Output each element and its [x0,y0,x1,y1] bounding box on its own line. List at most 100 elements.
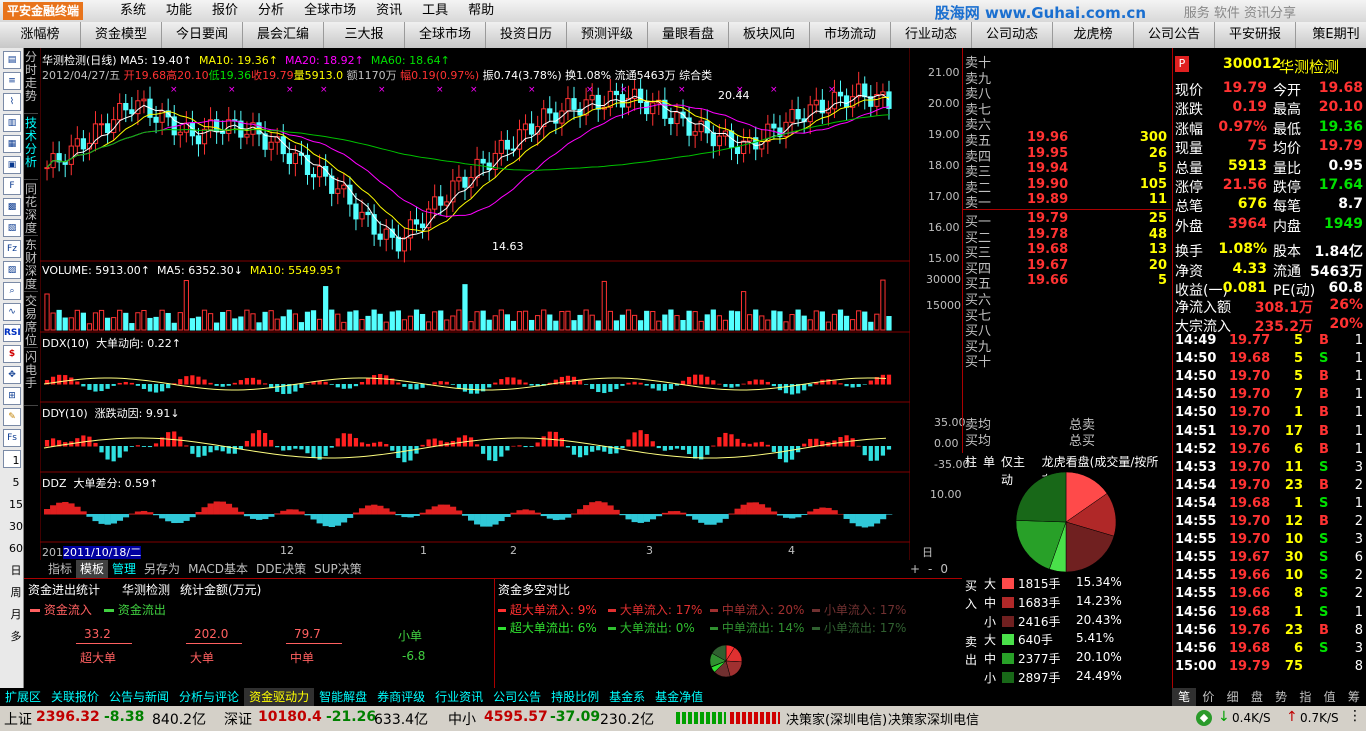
tick-row[interactable]: 15:00 19.79 75 8 [1175,659,1365,677]
dollar-icon[interactable]: $ [3,345,21,363]
vertical-tab[interactable]: 技术分析 [24,114,38,180]
search-icon[interactable]: ⌕ [3,282,21,300]
chart-tool-button[interactable]: 另存为 [140,560,184,578]
tick-row[interactable]: 14:50 19.70 1 B 1 [1175,405,1365,423]
menu-item-5[interactable]: 资讯 [366,3,412,19]
tick-row[interactable]: 14:50 19.70 5 B 1 [1175,369,1365,387]
top-tab[interactable]: 预测评级 [567,22,648,48]
fz-icon[interactable]: Fz [3,240,21,258]
tick-row[interactable]: 14:50 19.68 5 S 1 [1175,351,1365,369]
period-button[interactable]: 30 [7,519,25,539]
bottom-tab[interactable]: 基金系 [604,688,650,706]
chart-tool-button[interactable]: MACD基本 [184,560,252,578]
news-icon[interactable]: ▧ [3,219,21,237]
zoom-button[interactable]: - [924,560,936,578]
bottom-tab[interactable]: 公告与新闻 [104,688,174,706]
bottom-tab[interactable]: 基金净值 [650,688,708,706]
ask-row[interactable]: 卖三 19.94 5 [963,161,1171,180]
fs-icon[interactable]: Fs [3,429,21,447]
ask-row[interactable]: 卖八 [963,83,1171,102]
tick-row[interactable]: 14:51 19.70 17 B 1 [1175,424,1365,442]
right-bottom-tab[interactable]: 细 [1221,688,1245,706]
top-tab[interactable]: 量眼看盘 [648,22,729,48]
top-tab[interactable]: 平安研报 [1215,22,1296,48]
tick-row[interactable]: 14:54 19.70 23 B 2 [1175,478,1365,496]
bid-row[interactable]: 买六 [963,289,1171,308]
top-tab[interactable]: 市场流动 [810,22,891,48]
top-tab[interactable]: 板块风向 [729,22,810,48]
right-bottom-tab[interactable]: 值 [1318,688,1342,706]
info-icon[interactable]: ▣ [3,156,21,174]
right-bottom-tab[interactable]: 势 [1269,688,1293,706]
tick-row[interactable]: 14:49 19.77 5 B 1 [1175,333,1365,351]
bid-row[interactable]: 买一 19.79 25 [963,211,1171,230]
bid-row[interactable]: 买九 [963,336,1171,355]
top-tab[interactable]: 龙虎榜 [1053,22,1134,48]
ask-row[interactable]: 卖四 19.95 26 [963,146,1171,165]
zoom-button[interactable]: 0 [936,560,952,578]
right-bottom-tab[interactable]: 价 [1196,688,1220,706]
tick-row[interactable]: 14:56 19.68 1 S 1 [1175,605,1365,623]
ask-row[interactable]: 卖一 19.89 11 [963,192,1171,211]
vertical-tab[interactable]: 同花深度 [24,180,38,236]
ask-row[interactable]: 卖九 [963,68,1171,87]
bottom-tab[interactable]: 扩展区 [0,688,46,706]
bottom-tab[interactable]: 分析与评论 [174,688,244,706]
kline-chart[interactable]: × × × × × × × × × × × × × × [40,48,910,568]
calc-icon[interactable]: ▨ [3,261,21,279]
top-tab[interactable]: 公司公告 [1134,22,1215,48]
pie-tab[interactable]: 单 [983,453,995,471]
bottom-tab[interactable]: 资金驱动力 [244,688,315,706]
vertical-tab[interactable]: 东财深度 [24,236,38,292]
bottom-tab[interactable]: 关联报价 [46,688,104,706]
top-tab[interactable]: 晨会汇编 [243,22,324,48]
pie-tab[interactable]: 仅主动 [1001,453,1036,487]
chart-tool-button[interactable]: 指标 [44,560,76,578]
right-bottom-tab[interactable]: 笔 [1172,688,1197,706]
bid-row[interactable]: 买三 19.68 13 [963,242,1171,261]
tick-row[interactable]: 14:55 19.67 30 S 6 [1175,550,1365,568]
top-tab[interactable]: 策E期刊 [1296,22,1366,48]
right-bottom-tab[interactable]: 筹 [1342,688,1366,706]
top-tab[interactable]: 资金模型 [81,22,162,48]
tick-list[interactable]: 14:49 19.77 5 B 1 14:50 19.68 5 S 1 14:50 19.70 5 B 1 1… [1172,333,1366,688]
period-button[interactable]: 15 [7,497,25,517]
bid-row[interactable]: 买二 19.78 48 [963,227,1171,246]
bottom-tab[interactable]: 智能解盘 [314,688,372,706]
tick-row[interactable]: 14:55 19.66 8 S 2 [1175,586,1365,604]
tick-row[interactable]: 14:56 19.76 23 B 8 [1175,623,1365,641]
period-button[interactable]: 5 [7,475,25,495]
period-button[interactable]: 多 [7,629,25,649]
bar-chart-icon[interactable]: ▥ [3,114,21,132]
rsi-icon[interactable]: RSI [3,324,21,342]
ask-row[interactable]: 卖十 [963,52,1171,71]
vertical-tab[interactable]: 闪电手 [24,348,38,406]
chart-tool-button[interactable]: 管理 [108,560,140,578]
connection-icon[interactable]: ◆ [1196,710,1212,726]
bottom-tab[interactable]: 公司公告 [488,688,546,706]
menu-item-0[interactable]: 系统 [110,3,156,19]
add-icon[interactable]: ⊞ [3,387,21,405]
top-tab[interactable]: 三大报 [324,22,405,48]
bid-row[interactable]: 买八 [963,320,1171,339]
line-chart-icon[interactable]: ⌇ [3,93,21,111]
top-tab[interactable]: 今日要闻 [162,22,243,48]
trend-icon[interactable]: ∿ [3,303,21,321]
pie-tab[interactable]: 柱 [965,453,977,471]
chart-tool-button[interactable]: SUP决策 [310,560,366,578]
tick-row[interactable]: 14:56 19.68 6 S 3 [1175,641,1365,659]
top-tab[interactable]: 投资日历 [486,22,567,48]
bottom-tab[interactable]: 行业资讯 [430,688,488,706]
move-icon[interactable]: ✥ [3,366,21,384]
top-tab[interactable]: 全球市场 [405,22,486,48]
vertical-tab[interactable]: 分时走势 [24,48,38,114]
menu-item-4[interactable]: 全球市场 [294,3,366,19]
ask-row[interactable]: 卖六 [963,114,1171,133]
period-button[interactable]: 日 [7,563,25,583]
tick-row[interactable]: 14:54 19.68 1 S 1 [1175,496,1365,514]
zoom-button[interactable]: + [906,560,924,578]
tick-row[interactable]: 14:55 19.70 10 S 3 [1175,532,1365,550]
ask-row[interactable]: 卖七 [963,99,1171,118]
report-icon[interactable]: ▦ [3,135,21,153]
menu-item-6[interactable]: 工具 [412,3,458,19]
